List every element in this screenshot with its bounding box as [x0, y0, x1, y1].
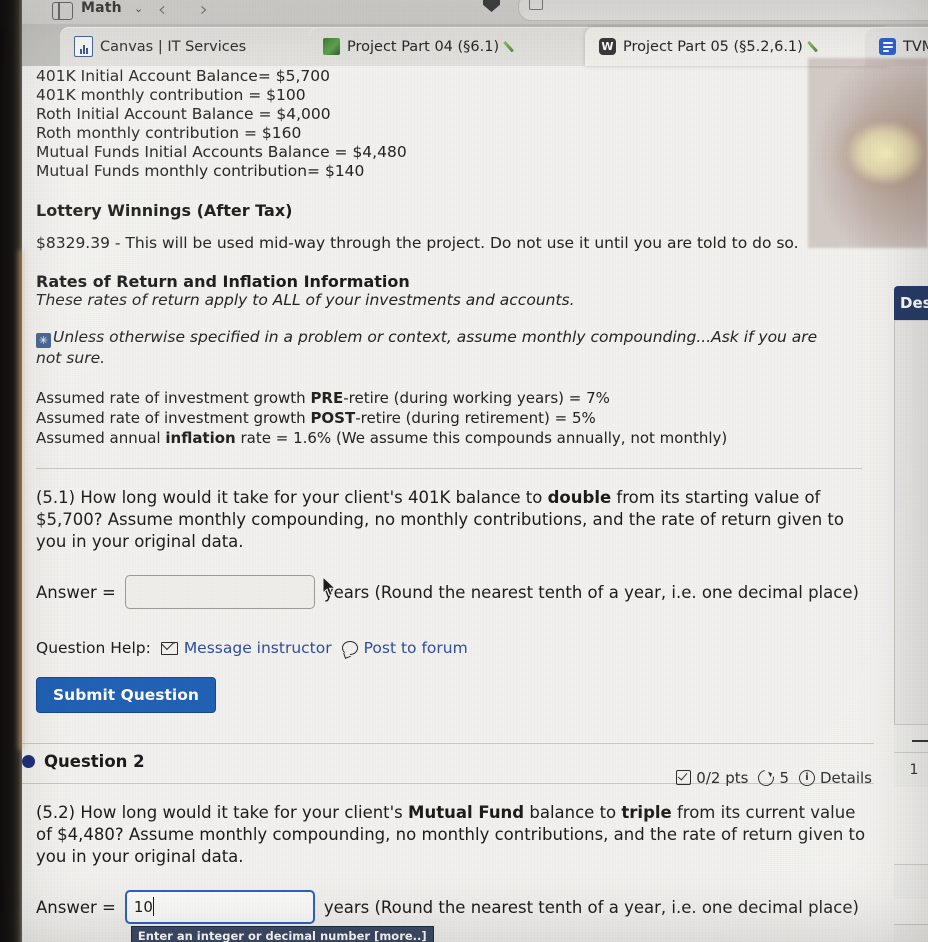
question1-help-row: Question Help: Message instructor Post t…: [36, 639, 896, 657]
info-icon: i: [798, 769, 815, 786]
rates-subtext: These rates of return apply to ALL of yo…: [36, 291, 575, 309]
shield-icon[interactable]: [483, 0, 500, 12]
answer-label: Answer =: [36, 897, 116, 917]
tab-label: Canvas | IT Services: [100, 38, 247, 55]
rates-heading: Rates of Return and Inflation Informatio…: [36, 272, 410, 291]
tab-label: Project Part 05 (§5.2,6.1): [623, 38, 803, 55]
tab-label: TVM: [903, 38, 928, 55]
details-label: Details: [819, 768, 872, 787]
details-link[interactable]: i Details: [798, 768, 872, 787]
rate-line: Assumed rate of investment growth POST-r…: [36, 409, 596, 427]
checkbox-check-icon: [676, 770, 692, 785]
question2-meta: 0/2 pts 5 i Details: [676, 766, 874, 789]
question2-title: Question 2: [44, 752, 145, 771]
post-to-forum-label: Post to forum: [363, 639, 468, 657]
message-instructor-link[interactable]: Message instructor: [160, 639, 332, 657]
question2-answer-row: Answer = Enter an integer or decimal num…: [36, 890, 896, 942]
compounding-note-text: Unless otherwise specified in a problem …: [36, 328, 818, 367]
back-button[interactable]: ‹: [158, 0, 166, 21]
mail-icon: [160, 641, 178, 655]
question-status-dot-icon: [22, 755, 35, 768]
lottery-text: $8329.39 - This will be used mid-way thr…: [36, 234, 799, 252]
question1-answer-input[interactable]: [124, 575, 315, 609]
points-label: 0/2 pts: [696, 768, 749, 787]
text-caret: [152, 897, 155, 916]
side-panel-dash-icon: [912, 740, 928, 742]
browser-profile-label[interactable]: Math: [81, 0, 122, 16]
speech-bubble-icon: [341, 641, 358, 655]
rate-line: Assumed rate of investment growth PRE-re…: [36, 389, 610, 407]
canvas-chart-icon: [74, 36, 93, 57]
question2-prompt: (5.2) How long would it take for your cl…: [36, 803, 866, 866]
account-data-line: Roth monthly contribution = $160: [36, 124, 302, 142]
lottery-heading: Lottery Winnings (After Tax): [36, 201, 293, 220]
tab-label: Project Part 04 (§6.1): [347, 38, 500, 55]
tab-project-part-05[interactable]: W Project Part 05 (§5.2,6.1): [585, 27, 888, 66]
account-data-line: 401K monthly contribution = $100: [36, 86, 306, 104]
sidebar-toggle-icon[interactable]: [52, 2, 73, 20]
address-bar[interactable]: [518, 0, 928, 21]
question2-divider-top: [22, 743, 874, 744]
asterisk-icon: ✳: [36, 333, 51, 348]
attempts-label: 5: [779, 768, 789, 787]
question1-prompt: (5.1) How long would it take for your cl…: [36, 488, 844, 551]
blue-document-icon: [879, 38, 896, 55]
account-data-line: Roth Initial Account Balance = $4,000: [36, 105, 331, 123]
submit-question-button[interactable]: Submit Question: [36, 677, 216, 713]
pencil-icon: [810, 39, 825, 54]
rate-line: Assumed annual inflation rate = 1.6% (We…: [36, 429, 728, 447]
question2-header: Question 2 0/2 pts 5 i Details: [22, 752, 874, 789]
w-letter-icon: W: [599, 38, 616, 55]
question2-answer-wrap: Enter an integer or decimal number [more…: [124, 890, 434, 942]
divider: [36, 468, 862, 469]
rates-list: Assumed rate of investment growth PRE-re…: [36, 388, 896, 448]
side-panel-row: [894, 924, 928, 942]
compounding-note: ✳ Unless otherwise specified in a problem…: [36, 327, 836, 368]
input-hint-tooltip: Enter an integer or decimal number [more…: [130, 926, 434, 942]
post-to-forum-link[interactable]: Post to forum: [341, 639, 468, 657]
answer-suffix: years (Round the nearest tenth of a year…: [323, 582, 859, 602]
retry-arrow-icon: [755, 766, 778, 789]
question-help-label: Question Help:: [36, 639, 151, 657]
account-data-line: Mutual Funds Initial Accounts Balance = …: [36, 143, 407, 161]
monitor-bezel: [0, 0, 22, 942]
points-badge: 0/2 pts: [676, 769, 748, 787]
account-data-line: 401K Initial Account Balance= $5,700: [36, 67, 330, 85]
tab-project-part-04[interactable]: Project Part 04 (§6.1): [309, 27, 602, 66]
green-book-icon: [323, 38, 340, 55]
chevron-down-icon[interactable]: ⌄: [134, 2, 143, 15]
tab-bar: Canvas | IT Services Project Part 04 (§6…: [22, 24, 928, 66]
page-content: 401K Initial Account Balance= $5,700 401…: [22, 64, 910, 942]
tab-canvas-it-services[interactable]: Canvas | IT Services: [60, 27, 333, 66]
attempts-badge: 5: [755, 766, 789, 789]
photographed-screen: Math ⌄ ‹ › Canvas | IT Services Project …: [0, 0, 928, 942]
forward-button[interactable]: ›: [200, 0, 208, 21]
account-data-line: Mutual Funds monthly contribution= $140: [36, 162, 365, 180]
answer-suffix: years (Round the nearest tenth of a year…: [323, 897, 859, 917]
page-actions-icon[interactable]: [529, 0, 543, 10]
browser-toolbar: Math ⌄ ‹ ›: [22, 0, 928, 24]
pencil-icon: [506, 39, 521, 54]
tab-tvm[interactable]: TVM: [865, 27, 928, 66]
question1-answer-row: Answer = years (Round the nearest tenth …: [36, 575, 896, 609]
answer-label: Answer =: [36, 582, 116, 602]
account-data-block: 401K Initial Account Balance= $5,700 401…: [36, 64, 896, 181]
message-instructor-label: Message instructor: [183, 639, 332, 657]
quiz-page: 401K Initial Account Balance= $5,700 401…: [22, 64, 928, 942]
